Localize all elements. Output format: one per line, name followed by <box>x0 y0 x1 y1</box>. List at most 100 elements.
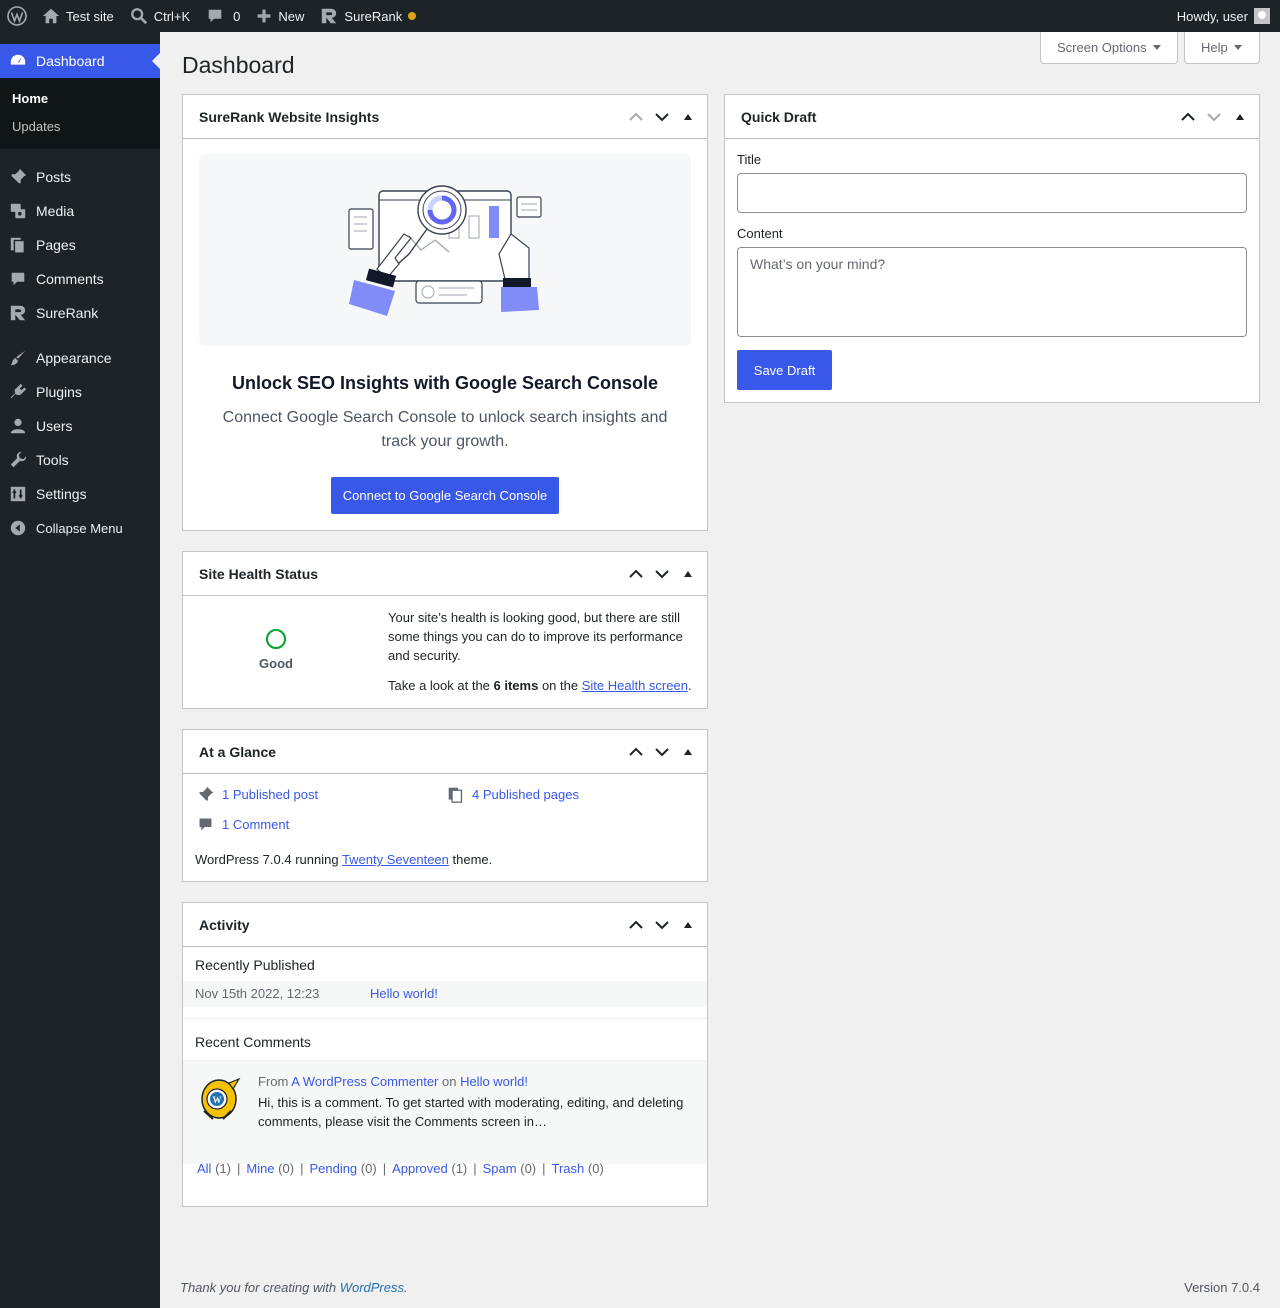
main-content: Screen Options Help Dashboard SureRank W… <box>160 32 1280 1308</box>
post-date: Nov 15th 2022, 12:23 <box>195 986 320 1001</box>
sidebar-item-tools[interactable]: Tools <box>0 443 160 477</box>
sidebar-item-settings[interactable]: Settings <box>0 477 160 511</box>
comments-link[interactable]: 0 <box>198 0 248 32</box>
sidebar-item-label: Posts <box>36 169 72 185</box>
sidebar-item-pages[interactable]: Pages <box>0 228 160 262</box>
filter-approved[interactable]: Approved <box>392 1161 448 1176</box>
caret-down-icon <box>1233 45 1242 50</box>
surerank-menu[interactable]: SureRank <box>312 0 424 32</box>
commenter-avatar: W <box>199 1075 241 1121</box>
move-up-button[interactable] <box>623 737 649 767</box>
comment-filters: All (1) | Mine (0) | Pending (0) | Approved (1… <box>197 1161 604 1176</box>
submenu-home[interactable]: Home <box>0 85 160 113</box>
glance-comments[interactable]: 1 Comment <box>197 816 289 833</box>
toggle-panel-button[interactable] <box>675 559 701 589</box>
footer-version: Version 7.0.4 <box>1184 1280 1260 1295</box>
comment-excerpt: Hi, this is a comment. To get started wi… <box>258 1095 684 1129</box>
chevron-up-icon <box>1181 112 1195 121</box>
save-draft-button[interactable]: Save Draft <box>737 350 832 390</box>
draft-content-textarea[interactable] <box>737 247 1247 337</box>
published-posts-link[interactable]: 1 Published post <box>222 787 318 802</box>
health-status-indicator <box>266 629 286 649</box>
brush-icon <box>8 348 28 368</box>
pages-icon <box>8 235 28 255</box>
seo-insights-illustration <box>348 185 542 316</box>
recently-published-heading: Recently Published <box>195 957 315 973</box>
quick-draft-widget: Quick Draft Title Content Save Draft <box>724 94 1260 403</box>
sidebar-item-posts[interactable]: Posts <box>0 160 160 194</box>
glance-pages[interactable]: 4 Published pages <box>447 786 579 803</box>
site-name-link[interactable]: Test site <box>34 0 122 32</box>
post-link[interactable]: Hello world! <box>370 986 438 1001</box>
wrench-icon <box>8 450 28 470</box>
notification-dot <box>408 12 417 20</box>
search-command-button[interactable]: Ctrl+K <box>122 0 198 32</box>
chevron-down-icon <box>655 747 669 756</box>
connect-gsc-button[interactable]: Connect to Google Search Console <box>331 477 559 514</box>
dashboard-submenu: Home Updates <box>0 78 160 149</box>
comments-count-link[interactable]: 1 Comment <box>222 817 289 832</box>
wordpress-logo-icon[interactable] <box>0 0 34 32</box>
content-label: Content <box>737 226 783 241</box>
widget-title: SureRank Website Insights <box>199 108 380 125</box>
comment-icon <box>208 9 222 23</box>
filter-trash[interactable]: Trash <box>552 1161 585 1176</box>
site-health-link[interactable]: Site Health screen <box>582 678 688 693</box>
page-title: Dashboard <box>182 52 295 78</box>
glance-posts[interactable]: 1 Published post <box>197 786 318 803</box>
chevron-up-icon <box>629 920 643 929</box>
sidebar-item-surerank[interactable]: SureRank <box>0 296 160 330</box>
title-label: Title <box>737 152 762 167</box>
theme-link[interactable]: Twenty Seventeen <box>342 852 449 867</box>
move-down-button[interactable] <box>649 559 675 589</box>
submenu-updates[interactable]: Updates <box>0 113 160 141</box>
move-down-button[interactable] <box>649 737 675 767</box>
move-up-button[interactable] <box>623 910 649 940</box>
screen-options-button[interactable]: Screen Options <box>1040 32 1178 64</box>
at-a-glance-widget: At a Glance 1 Published post 4 Published… <box>182 729 708 882</box>
text-fragment: on the <box>538 678 582 693</box>
move-down-button[interactable] <box>649 102 675 132</box>
my-account[interactable]: Howdy, user <box>1169 0 1280 32</box>
wordpress-link[interactable]: WordPress <box>340 1280 404 1295</box>
filter-all[interactable]: All <box>197 1161 211 1176</box>
sidebar-item-plugins[interactable]: Plugins <box>0 375 160 409</box>
filter-spam[interactable]: Spam <box>483 1161 517 1176</box>
health-status-label: Good <box>259 656 293 671</box>
published-pages-link[interactable]: 4 Published pages <box>472 787 579 802</box>
toggle-panel-button[interactable] <box>675 737 701 767</box>
move-down-button[interactable] <box>1201 102 1227 132</box>
sidebar-item-comments[interactable]: Comments <box>0 262 160 296</box>
sidebar-item-dashboard[interactable]: Dashboard <box>0 44 160 78</box>
toggle-panel-button[interactable] <box>1227 102 1253 132</box>
surerank-insights-widget: SureRank Website Insights Unlock SEO Ins… <box>182 94 708 531</box>
sidebar-item-label: SureRank <box>36 305 99 321</box>
collapse-menu-button[interactable]: Collapse Menu <box>0 511 160 545</box>
comment-author-link[interactable]: A WordPress Commenter <box>291 1074 438 1089</box>
move-up-button[interactable] <box>623 559 649 589</box>
sidebar-item-appearance[interactable]: Appearance <box>0 341 160 375</box>
widget-title: At a Glance <box>199 743 277 760</box>
sidebar-item-media[interactable]: Media <box>0 194 160 228</box>
move-up-button[interactable] <box>1175 102 1201 132</box>
filter-mine[interactable]: Mine <box>246 1161 274 1176</box>
filter-pending[interactable]: Pending <box>309 1161 357 1176</box>
filter-count: (1) <box>451 1161 468 1176</box>
howdy-text: Howdy, user <box>1176 8 1248 24</box>
text-fragment: From <box>258 1074 292 1089</box>
collapse-icon <box>8 518 28 538</box>
new-label: New <box>278 8 305 24</box>
admin-sidebar: Dashboard Home Updates Posts Media Pages… <box>0 32 160 1308</box>
draft-title-input[interactable] <box>737 173 1247 213</box>
plus-icon <box>258 9 271 23</box>
toggle-panel-button[interactable] <box>675 910 701 940</box>
new-content-button[interactable]: New <box>248 0 312 32</box>
surerank-icon <box>322 8 337 24</box>
sidebar-item-users[interactable]: Users <box>0 409 160 443</box>
help-button[interactable]: Help <box>1184 32 1260 64</box>
admin-bar: Test site Ctrl+K 0 New SureRank Howdy, u… <box>0 0 1280 32</box>
comment-post-link[interactable]: Hello world! <box>460 1074 528 1089</box>
move-down-button[interactable] <box>649 910 675 940</box>
move-up-button[interactable] <box>623 102 649 132</box>
toggle-panel-button[interactable] <box>675 102 701 132</box>
